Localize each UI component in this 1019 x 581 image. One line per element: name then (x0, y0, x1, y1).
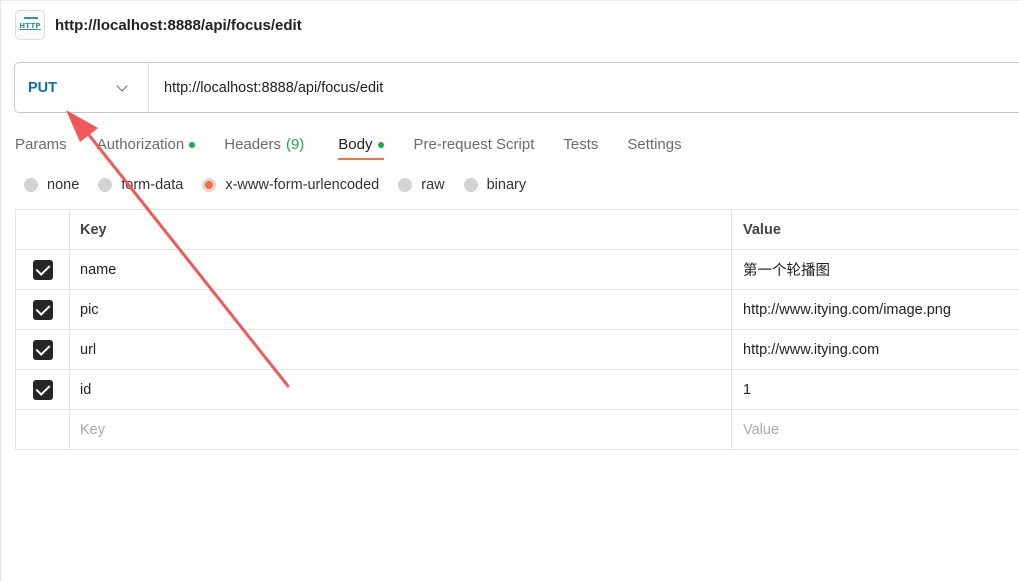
tab-headers[interactable]: Headers (9) (224, 128, 304, 160)
window-top-border (0, 0, 1019, 1)
status-dot-icon (377, 141, 384, 148)
url-bar: PUT http://localhost:8888/api/focus/edit (14, 62, 1019, 113)
key-column-header: Key (70, 210, 732, 249)
method-label: PUT (28, 79, 57, 96)
table-row: pic http://www.itying.com/image.png (15, 290, 1019, 330)
body-params-table: Key Value name 第一个轮播图 pic http://www.ity… (15, 209, 1019, 450)
radio-raw[interactable]: raw (398, 177, 445, 193)
status-dot-icon (189, 141, 196, 148)
radio-circle-icon (98, 178, 113, 192)
tab-tests[interactable]: Tests (563, 128, 598, 160)
radio-circle-icon (463, 178, 478, 192)
key-cell[interactable]: id (70, 370, 732, 409)
http-request-icon: HTTP (15, 10, 45, 40)
tab-authorization[interactable]: Authorization (97, 128, 196, 160)
key-input[interactable]: Key (70, 410, 732, 449)
table-row: url http://www.itying.com (15, 330, 1019, 370)
checkbox[interactable] (32, 259, 53, 280)
value-cell[interactable]: 1 (732, 370, 1019, 409)
chevron-down-icon (116, 80, 128, 92)
radio-circle-icon (398, 178, 413, 192)
table-header-row: Key Value (15, 210, 1019, 250)
table-row: id 1 (15, 370, 1019, 410)
tab-pre-request-script[interactable]: Pre-request Script (414, 128, 535, 160)
request-title-bar: HTTP http://localhost:8888/api/focus/edi… (15, 9, 302, 41)
checkbox[interactable] (32, 379, 53, 400)
radio-binary[interactable]: binary (463, 177, 526, 193)
radio-selected-icon (202, 178, 217, 192)
request-title[interactable]: http://localhost:8888/api/focus/edit (55, 17, 302, 34)
checkbox[interactable] (32, 339, 53, 360)
value-column-header: Value (743, 221, 781, 238)
radio-x-www-form-urlencoded[interactable]: x-www-form-urlencoded (202, 177, 379, 193)
value-input[interactable]: Value (732, 410, 1019, 449)
tab-body[interactable]: Body (338, 128, 384, 160)
key-cell[interactable]: pic (70, 290, 732, 329)
key-cell[interactable]: name (70, 250, 732, 289)
tab-params[interactable]: Params (15, 128, 67, 160)
table-row-placeholder: Key Value (15, 410, 1019, 450)
value-cell[interactable]: http://www.itying.com/image.png (732, 290, 1019, 329)
headers-count: (9) (285, 135, 305, 153)
window-left-border (0, 0, 1, 581)
key-cell[interactable]: url (70, 330, 732, 369)
radio-form-data[interactable]: form-data (98, 177, 183, 193)
value-cell[interactable]: http://www.itying.com (732, 330, 1019, 369)
checkbox[interactable] (32, 299, 53, 320)
url-input[interactable]: http://localhost:8888/api/focus/edit (149, 80, 383, 96)
request-tabs: Params Authorization Headers (9) Body Pr… (15, 128, 682, 162)
value-cell[interactable]: 第一个轮播图 (732, 250, 1019, 289)
table-row: name 第一个轮播图 (15, 250, 1019, 290)
method-select[interactable]: PUT (15, 63, 149, 112)
radio-circle-icon (24, 178, 38, 192)
radio-none[interactable]: none (24, 177, 79, 193)
tab-settings[interactable]: Settings (627, 128, 681, 160)
body-type-radios: none form-data x-www-form-urlencoded raw… (24, 174, 526, 196)
